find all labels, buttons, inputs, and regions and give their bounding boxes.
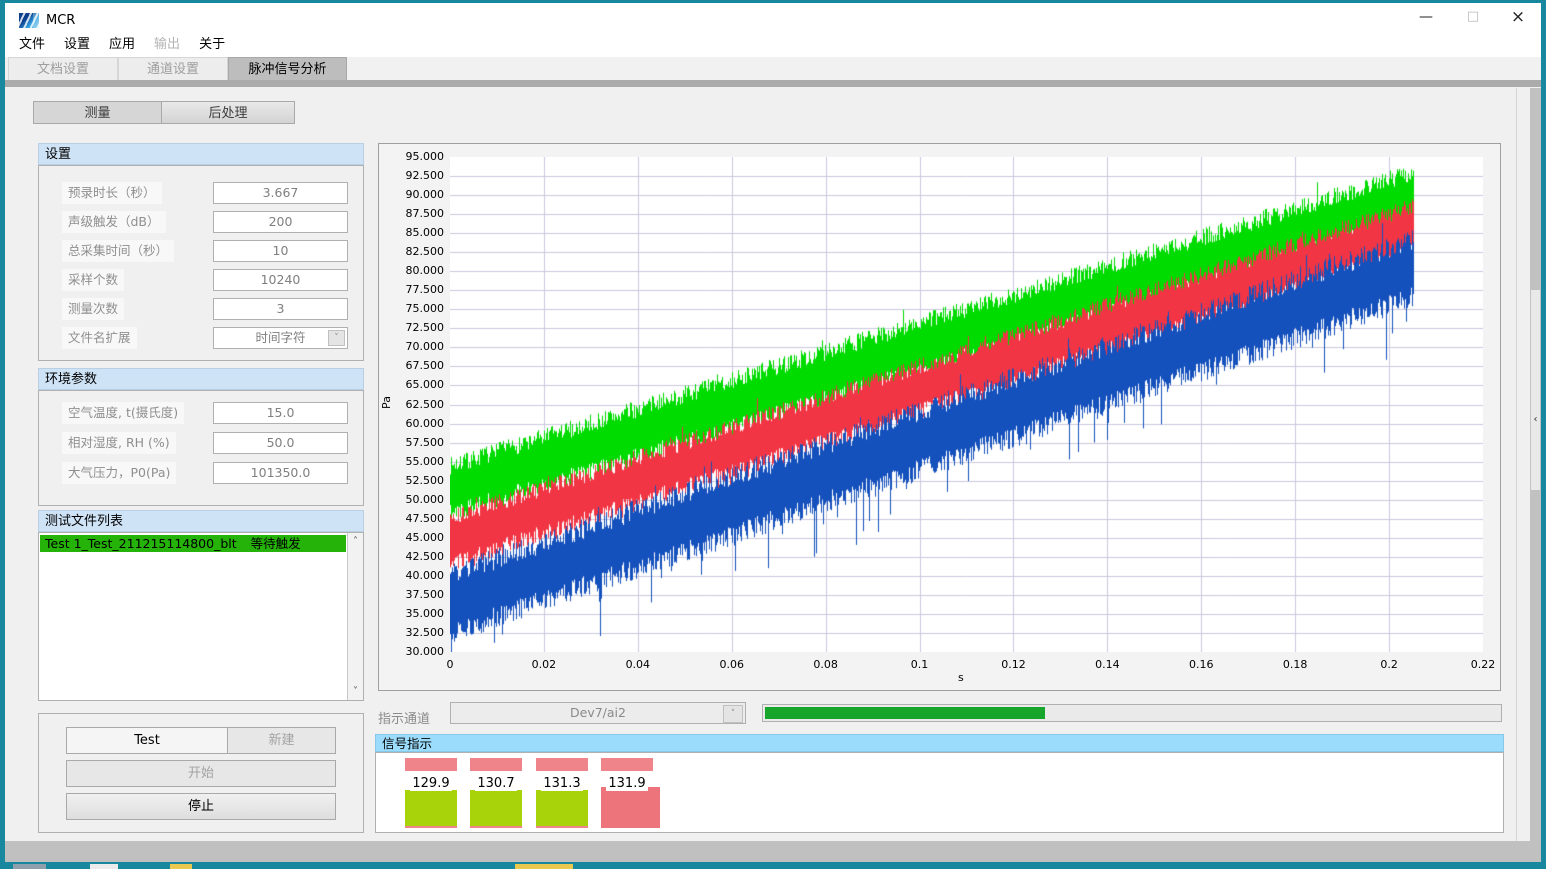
signal-level-block-green: [536, 790, 588, 828]
signal-level-block-green: [470, 790, 522, 828]
signal-value-text: 131.3: [541, 776, 582, 791]
signal-value: 131.9: [597, 776, 657, 791]
signal-top-bar: [601, 758, 653, 771]
signal-indicators: 129.9 130.7 131.3 131.9: [0, 0, 1546, 869]
signal-value: 129.9: [401, 776, 461, 791]
signal-value: 130.7: [466, 776, 526, 791]
signal-level-block-green: [405, 790, 457, 828]
signal-value-text: 130.7: [475, 776, 516, 791]
signal-level-block-red: [601, 787, 660, 828]
signal-top-bar: [536, 758, 588, 771]
page-edge-line: [1516, 88, 1517, 841]
signal-top-bar: [470, 758, 522, 771]
collapse-handle[interactable]: ‹: [1531, 290, 1540, 490]
signal-value-text: 129.9: [410, 776, 451, 791]
signal-value-text: 131.9: [606, 776, 647, 791]
signal-value: 131.3: [532, 776, 592, 791]
desktop: MCR — □ × 文件设置应用输出关于 文档设置通道设置脉冲信号分析 测量 后…: [0, 0, 1546, 869]
signal-top-bar: [405, 758, 457, 771]
